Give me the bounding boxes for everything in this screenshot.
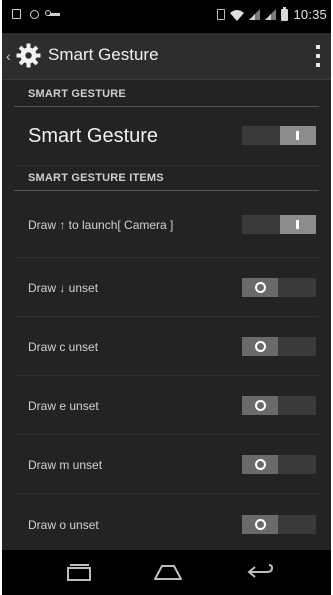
- gesture-label: Draw ↑ to launch[ Camera ]: [28, 218, 174, 232]
- gesture-row-down[interactable]: Draw ↓ unset: [14, 258, 319, 317]
- gear-icon[interactable]: [16, 43, 41, 68]
- gesture-row-m[interactable]: Draw m unset: [14, 435, 319, 494]
- wifi-icon: [230, 9, 245, 21]
- recents-icon[interactable]: [65, 562, 93, 582]
- status-icons-left: [12, 9, 60, 19]
- gesture-label: Draw c unset: [28, 340, 99, 354]
- gesture-label: Draw m unset: [28, 458, 103, 472]
- key-icon: [45, 9, 60, 16]
- status-bar: 10:35: [2, 0, 331, 33]
- gesture-row-o[interactable]: Draw o unset: [14, 494, 319, 550]
- gesture-label: Draw e unset: [28, 399, 99, 413]
- gesture-toggle[interactable]: [242, 515, 316, 534]
- gesture-toggle[interactable]: [242, 396, 316, 415]
- section-header-smart-gesture: SMART GESTURE: [28, 88, 126, 100]
- section-header-gesture-items: SMART GESTURE ITEMS: [28, 172, 164, 184]
- action-bar: ‹ Smart Gesture: [2, 33, 331, 80]
- screen: 10:35 ‹ Smart Gesture SMART GESTURE Smar…: [2, 0, 331, 595]
- smart-gesture-row[interactable]: Smart Gesture: [14, 107, 319, 166]
- back-icon[interactable]: [245, 562, 275, 582]
- gesture-toggle[interactable]: [242, 337, 316, 356]
- signal-icon: [265, 9, 277, 20]
- smart-gesture-toggle[interactable]: [242, 126, 316, 145]
- home-icon[interactable]: [152, 562, 184, 582]
- smart-gesture-label: Smart Gesture: [28, 125, 159, 147]
- sim-icon: [217, 9, 226, 20]
- gesture-row-camera[interactable]: Draw ↑ to launch[ Camera ]: [14, 191, 319, 258]
- up-chevron-icon[interactable]: ‹: [6, 49, 11, 63]
- overflow-menu-icon[interactable]: [315, 45, 321, 67]
- gesture-row-e[interactable]: Draw e unset: [14, 376, 319, 435]
- gesture-label: Draw o unset: [28, 518, 99, 532]
- gesture-toggle[interactable]: [242, 215, 316, 234]
- navigation-bar: [2, 550, 331, 595]
- document-icon: [12, 9, 21, 19]
- battery-icon: [281, 6, 289, 21]
- usb-icon: [30, 9, 39, 19]
- gesture-toggle[interactable]: [242, 455, 316, 474]
- gesture-row-c[interactable]: Draw c unset: [14, 317, 319, 376]
- phone-frame: 10:35 ‹ Smart Gesture SMART GESTURE Smar…: [0, 0, 333, 595]
- gesture-toggle[interactable]: [242, 278, 316, 297]
- status-icons-right: 10:35: [217, 6, 327, 22]
- gesture-label: Draw ↓ unset: [28, 281, 99, 295]
- page-title: Smart Gesture: [48, 45, 159, 64]
- status-clock: 10:35: [293, 7, 327, 22]
- signal-icon: [249, 9, 261, 20]
